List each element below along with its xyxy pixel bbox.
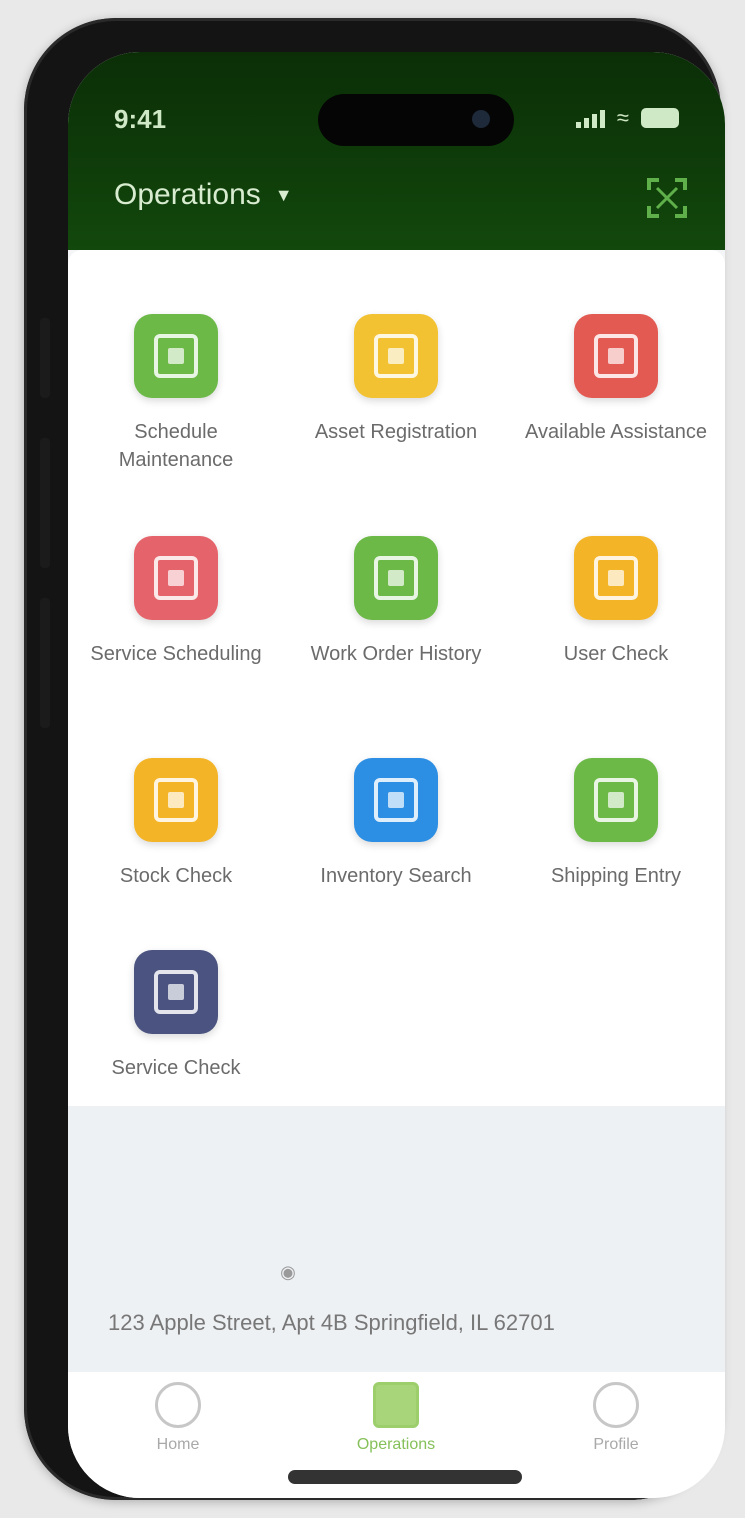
tile-asset-registration[interactable]: Asset Registration bbox=[296, 314, 496, 446]
dynamic-island bbox=[318, 94, 514, 146]
tile-label: User Check bbox=[563, 643, 669, 665]
context-switcher[interactable]: Operations ▼ bbox=[114, 178, 293, 212]
status-icons: ≈ bbox=[575, 105, 679, 130]
tile-label: Stock Check bbox=[119, 865, 233, 887]
tile-work-order-history[interactable]: Work Order History bbox=[296, 536, 496, 668]
tile-user-check[interactable]: User Check bbox=[516, 536, 716, 668]
camera-icon bbox=[472, 110, 490, 128]
tile-label: Asset Registration bbox=[314, 421, 478, 443]
signal-icon bbox=[575, 108, 605, 128]
document-icon bbox=[574, 758, 658, 842]
address-text: 123 Apple Street, Apt 4B Springfield, IL… bbox=[108, 1310, 555, 1335]
tile-label: Shipping Entry bbox=[550, 865, 682, 887]
screen: 9:41 ≈ Operations ▼ Schedule Maintenance… bbox=[68, 52, 725, 1498]
page-title: Operations bbox=[114, 178, 261, 211]
tile-stock-check[interactable]: Stock Check bbox=[76, 758, 276, 890]
volume-up-button bbox=[40, 318, 50, 398]
wifi-icon: ≈ bbox=[616, 105, 629, 130]
tile-service-check[interactable]: Service Check bbox=[76, 950, 276, 1082]
tile-label: Schedule Maintenance bbox=[118, 421, 234, 471]
box-icon bbox=[134, 758, 218, 842]
tile-label: Service Check bbox=[111, 1057, 241, 1079]
tab-profile[interactable]: Profile bbox=[546, 1382, 686, 1454]
tile-label: Service Scheduling bbox=[90, 643, 262, 665]
chevron-down-icon: ▼ bbox=[274, 184, 293, 205]
user-icon bbox=[574, 536, 658, 620]
scan-button[interactable] bbox=[645, 176, 689, 220]
app-header: 9:41 ≈ Operations ▼ bbox=[68, 52, 725, 250]
home-icon bbox=[354, 758, 438, 842]
phone-frame: 9:41 ≈ Operations ▼ Schedule Maintenance… bbox=[24, 18, 725, 1500]
side-button bbox=[40, 598, 50, 728]
tile-label: Work Order History bbox=[310, 643, 482, 665]
volume-down-button bbox=[40, 438, 50, 568]
document-icon bbox=[354, 536, 438, 620]
tab-label: Operations bbox=[356, 1436, 436, 1453]
tile-schedule-maintenance[interactable]: Schedule Maintenance bbox=[76, 314, 276, 474]
home-icon bbox=[155, 1382, 201, 1428]
person-icon bbox=[574, 314, 658, 398]
profile-icon bbox=[593, 1382, 639, 1428]
footer-area bbox=[68, 1106, 725, 1396]
grid-icon bbox=[373, 1382, 419, 1428]
tile-shipping-entry[interactable]: Shipping Entry bbox=[516, 758, 716, 890]
tile-label: Available Assistance bbox=[525, 421, 707, 443]
folder-icon bbox=[354, 314, 438, 398]
scan-icon bbox=[647, 178, 687, 218]
tile-available-assistance[interactable]: Available Assistance bbox=[516, 314, 716, 446]
home-indicator[interactable] bbox=[288, 1470, 522, 1484]
tab-operations[interactable]: Operations bbox=[326, 1382, 466, 1454]
tab-home[interactable]: Home bbox=[108, 1382, 248, 1454]
tile-service-scheduling[interactable]: Service Scheduling bbox=[76, 536, 276, 668]
battery-icon bbox=[641, 108, 679, 128]
calendar-icon bbox=[134, 536, 218, 620]
tile-label: Inventory Search bbox=[320, 865, 472, 887]
status-time: 9:41 bbox=[114, 104, 167, 134]
location-pin-icon: ◉ bbox=[280, 1262, 296, 1282]
operations-panel: Schedule Maintenance Asset Registration … bbox=[68, 250, 725, 1106]
tab-label: Profile bbox=[593, 1436, 639, 1453]
grid-icon bbox=[134, 950, 218, 1034]
calendar-icon bbox=[134, 314, 218, 398]
tab-label: Home bbox=[156, 1436, 200, 1453]
tile-inventory-search[interactable]: Inventory Search bbox=[296, 758, 496, 890]
